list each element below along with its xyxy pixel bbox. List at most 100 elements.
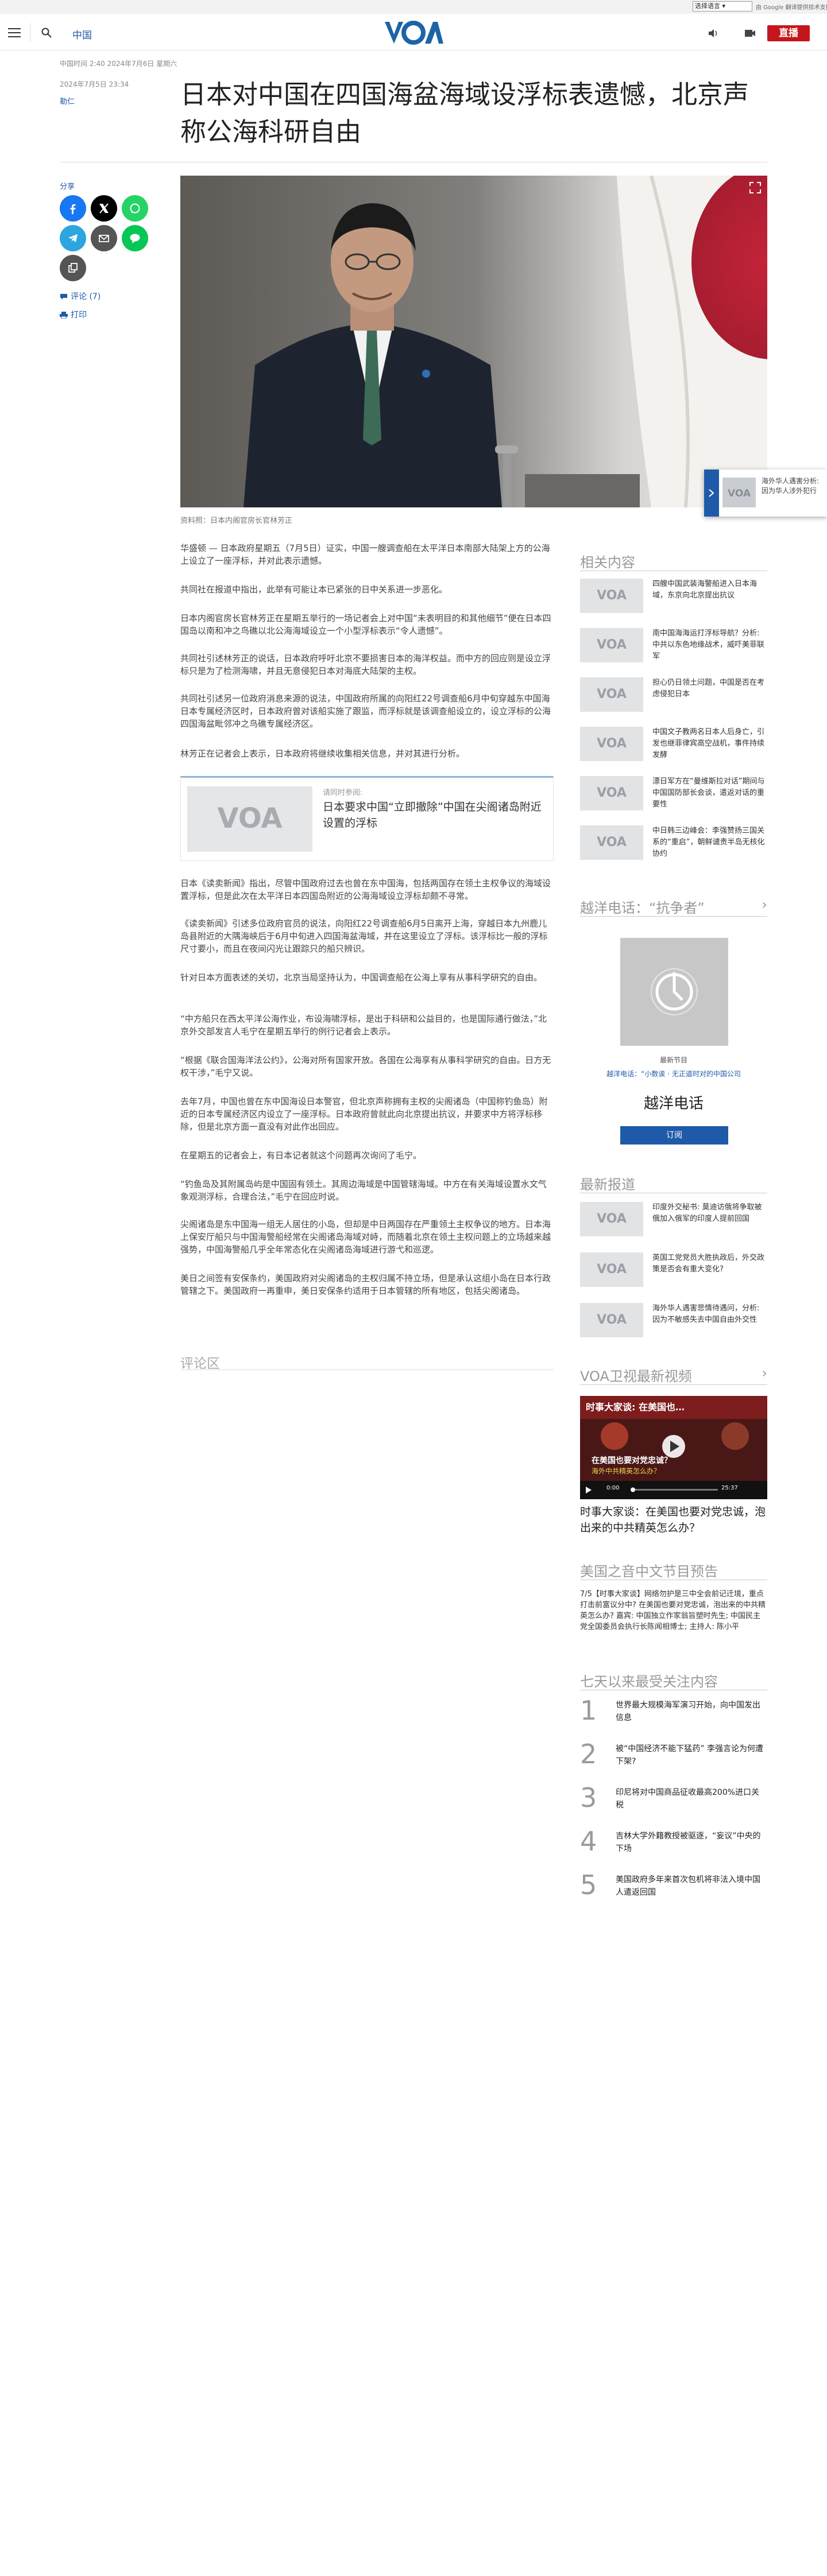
- article-paragraph: 《读卖新闻》引述多位政府官员的说法，向阳红22号调查船6月5日离开上海，穿越日本…: [180, 918, 548, 954]
- podcast-name: 越洋电话: [643, 1095, 704, 1112]
- related-item-thumbnail[interactable]: VOA: [580, 727, 643, 761]
- related-article-label: 请同时参阅:: [323, 789, 363, 797]
- podcast-subscribe-button[interactable]: 订阅: [620, 1126, 728, 1145]
- related-item-thumbnail[interactable]: VOA: [580, 776, 643, 810]
- article-paragraph: 共同社在报道中指出，此举有可能让本已紧张的日中关系进一步恶化。: [180, 584, 448, 595]
- related-item-title[interactable]: 南中国海海运打浮标导航？分析: 中共以东色地缘战术，威吓美菲联军: [652, 628, 767, 662]
- related-item-thumbnail[interactable]: VOA: [580, 825, 643, 860]
- video-player[interactable]: 时事大家谈: 在美国也… 在美国也要对党忠诚？ 海外中共精英怎么办？ 0:00 …: [580, 1396, 767, 1499]
- schedule-text[interactable]: 7/5【时事大家谈】网络勿护是三中全会前记迁境，重点打击前富议分中? 在美国也要…: [580, 1589, 767, 1632]
- chevron-right-icon: ›: [762, 897, 767, 913]
- x-icon: [99, 203, 109, 214]
- author-link[interactable]: 勒仁: [60, 95, 75, 106]
- article-headline: 日本对中国在四国海盆海域设浮标表遗憾，北京声称公海科研自由: [180, 79, 749, 147]
- popular-rank: 4: [580, 1826, 597, 1857]
- section-link-china[interactable]: 中国: [72, 27, 92, 41]
- expand-icon[interactable]: [749, 181, 762, 194]
- related-item-title[interactable]: 中国文子教两名日本人后身亡，引发也继菲律宾高空战机，事件持续发酵: [652, 727, 767, 761]
- voa-logo[interactable]: [384, 18, 443, 47]
- thumbnail-logo: VOA: [597, 687, 627, 701]
- comment-icon: [60, 294, 67, 300]
- print-link[interactable]: 打印: [60, 309, 87, 320]
- related-item-title[interactable]: 四艘中国武装海警船进入日本海域，东京向北京提出抗议: [652, 579, 767, 602]
- popular-item-title[interactable]: 世界最大规模海军演习开始，向中国发出信息: [616, 1699, 767, 1724]
- comments-link[interactable]: 评论 (7): [60, 290, 101, 302]
- popup-thumbnail[interactable]: VOA: [722, 478, 756, 507]
- article-paragraph: 针对日本方面表述的关切，北京当局坚持认为，中国调查船在公海上享有从事科学研究的自…: [180, 972, 543, 983]
- popup-headline[interactable]: 海外华人遇害分析: 因为华人涉外犯行: [762, 476, 826, 496]
- thumbnail-logo: VOA: [597, 835, 627, 849]
- share-label: 分享: [60, 183, 75, 191]
- copy-link-icon: [68, 263, 78, 273]
- video-overlay-title: 时事大家谈: 在美国也…: [586, 1402, 685, 1413]
- podcast-cover[interactable]: [620, 938, 728, 1046]
- tv-icon[interactable]: [744, 29, 756, 38]
- related-item-thumbnail[interactable]: VOA: [580, 677, 643, 712]
- latest-heading: 最新报道: [580, 1177, 635, 1193]
- chevron-right-icon: [709, 489, 714, 497]
- menu-icon[interactable]: [8, 28, 22, 38]
- podcast-episode-link[interactable]: 越洋电话：“小数诶 · 无正道时对的中国公司: [580, 1069, 767, 1078]
- thumbnail-logo: VOA: [597, 1313, 627, 1327]
- latest-item-title[interactable]: 英国工党党员大胜执政后，外交政策是否会有重大变化?: [652, 1252, 767, 1275]
- podcast-heading-label: 越洋电话：“抗争者”: [580, 900, 705, 916]
- related-item-title[interactable]: 担心仍日领土问题，中国是否在考虑侵犯日本: [652, 677, 767, 700]
- video-title[interactable]: 时事大家谈：在美国也要对党忠诚，泡出来的中共精英怎么办？: [580, 1504, 767, 1536]
- facebook-share-button[interactable]: [60, 195, 86, 222]
- schedule-heading: 美国之音中文节目预告: [580, 1564, 718, 1580]
- x-share-button[interactable]: [91, 195, 117, 222]
- publish-date: 2024年7月5日 23:34: [60, 80, 129, 88]
- email-share-button[interactable]: [91, 225, 117, 251]
- line-icon: [130, 234, 140, 243]
- video-heading-label: VOA卫视最新视频: [580, 1368, 692, 1384]
- popular-rank: 3: [580, 1782, 597, 1813]
- powered-by-google: 由 Google 翻译提供技术支持: [756, 5, 827, 11]
- popular-item-title[interactable]: 印尼将对中国商品征收最高200%进口关税: [616, 1786, 767, 1811]
- chevron-right-icon: ›: [762, 1365, 767, 1381]
- popular-item-title[interactable]: 美国政府多年来首次包机将非法入境中国人遣返回国: [616, 1873, 767, 1899]
- popular-rank: 5: [580, 1869, 597, 1900]
- latest-item-thumbnail[interactable]: VOA: [580, 1202, 643, 1236]
- video-heading[interactable]: VOA卫视最新视频 ›: [580, 1365, 767, 1385]
- radio-icon[interactable]: [708, 29, 719, 38]
- latest-item-thumbnail[interactable]: VOA: [580, 1303, 643, 1337]
- article-paragraph: 尖阁诸岛是东中国海一组无人居住的小岛，但却是中日两国存在严重领土主权争议的地方。…: [180, 1219, 551, 1255]
- email-icon: [99, 235, 109, 242]
- print-icon: [60, 312, 68, 319]
- whatsapp-share-button[interactable]: [122, 195, 148, 222]
- comments-heading: 评论区: [180, 1356, 220, 1371]
- related-item-title[interactable]: 漂日军方在“曼维斯拉对话”期间与中国国防部长会谈，遣返对话的重要性: [652, 776, 767, 810]
- article-paragraph: 日本《读卖新闻》指出，尽管中国政府过去也曾在东中国海，包括两国存在领土主权争议的…: [180, 878, 551, 901]
- copy-link-button[interactable]: [60, 255, 86, 281]
- line-share-button[interactable]: [122, 225, 148, 251]
- telegram-share-button[interactable]: [60, 225, 86, 251]
- play-icon[interactable]: [586, 1485, 592, 1493]
- related-item-title[interactable]: 中日韩三边峰会：李强赞扬三国关系的“重启”，朝鲜谴责半岛无核化协约: [652, 825, 767, 860]
- video-overlay-subline: 海外中共精英怎么办？: [592, 1467, 661, 1475]
- article-paragraph: 共同社引述另一位政府消息来源的说法，中国政府所属的向阳红22号调查船6月中旬穿越…: [180, 693, 551, 729]
- related-article-thumbnail[interactable]: VOA: [187, 786, 312, 852]
- hero-image[interactable]: [180, 176, 767, 507]
- live-button[interactable]: 直播: [767, 25, 810, 41]
- related-item-thumbnail[interactable]: VOA: [580, 579, 643, 613]
- video-heading-divider: [580, 1384, 767, 1385]
- latest-item-title[interactable]: 海外华人遇害悲情待遇问，分析: 因为不敏感失去中国自由外交性: [652, 1303, 767, 1326]
- article-paragraph: 日本内阁官房长官林芳正在星期五举行的一场记者会上对中国“未表明目的和其他细节”便…: [180, 613, 551, 636]
- related-article-title[interactable]: 日本要求中国“立即撤除”中国在尖阁诸岛附近设置的浮标: [323, 799, 547, 831]
- language-select[interactable]: 选择语言 ▾: [693, 1, 752, 11]
- podcast-heading-divider: [580, 916, 767, 917]
- language-select-value: 选择语言: [695, 2, 720, 10]
- thumbnail-logo: VOA: [597, 1262, 627, 1277]
- search-icon[interactable]: [41, 28, 52, 38]
- video-total-time: 25:37: [721, 1485, 738, 1491]
- popular-rank: 2: [580, 1739, 597, 1770]
- latest-item-thumbnail[interactable]: VOA: [580, 1252, 643, 1287]
- related-thumb-logo: VOA: [218, 802, 283, 835]
- popular-item-title[interactable]: 吉林大学外籍教授被驱逐，“妄议”中央的下场: [616, 1830, 767, 1855]
- facebook-icon: [70, 204, 76, 214]
- related-item-thumbnail[interactable]: VOA: [580, 628, 643, 662]
- latest-item-title[interactable]: 印度外交秘书: 莫迪访俄将争取被俄加入俄军的印度人提前回国: [652, 1202, 767, 1225]
- popup-collapse-tab[interactable]: [704, 470, 719, 517]
- podcast-heading[interactable]: 越洋电话：“抗争者” ›: [580, 897, 767, 917]
- popular-item-title[interactable]: 被“中国经济不能下猛药” 李强言论为何遭下架?: [616, 1743, 767, 1768]
